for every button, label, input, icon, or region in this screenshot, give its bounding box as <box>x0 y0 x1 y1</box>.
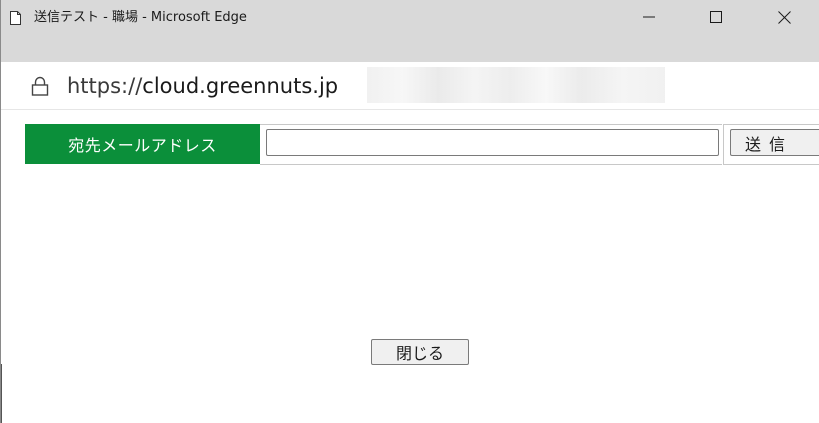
address-bar[interactable]: https://cloud.greennuts.jp <box>1 62 819 109</box>
browser-window: 送信テスト - 職場 - Microsoft Edge https://clou… <box>0 0 819 423</box>
title-bar: 送信テスト - 職場 - Microsoft Edge <box>1 0 819 62</box>
maximize-button[interactable] <box>693 0 739 34</box>
address-divider <box>1 109 819 110</box>
minimize-icon <box>643 16 655 18</box>
page-icon <box>10 11 21 25</box>
left-edge-mark <box>1 364 2 423</box>
close-icon <box>777 10 791 24</box>
window-title: 送信テスト - 職場 - Microsoft Edge <box>34 10 247 25</box>
close-window-button[interactable] <box>761 0 807 34</box>
send-button[interactable]: 送信 <box>730 129 819 156</box>
minimize-button[interactable] <box>626 0 672 34</box>
url-host: cloud.greennuts.jp <box>142 74 339 98</box>
lock-icon <box>31 76 49 96</box>
url-redacted-region <box>367 67 665 103</box>
maximize-icon <box>710 11 722 23</box>
url-text: https://cloud.greennuts.jp <box>67 73 338 99</box>
close-button[interactable]: 閉じる <box>371 339 469 365</box>
email-input[interactable] <box>266 129 719 156</box>
email-label: 宛先メールアドレス <box>25 124 260 164</box>
url-scheme: https:// <box>67 74 143 98</box>
